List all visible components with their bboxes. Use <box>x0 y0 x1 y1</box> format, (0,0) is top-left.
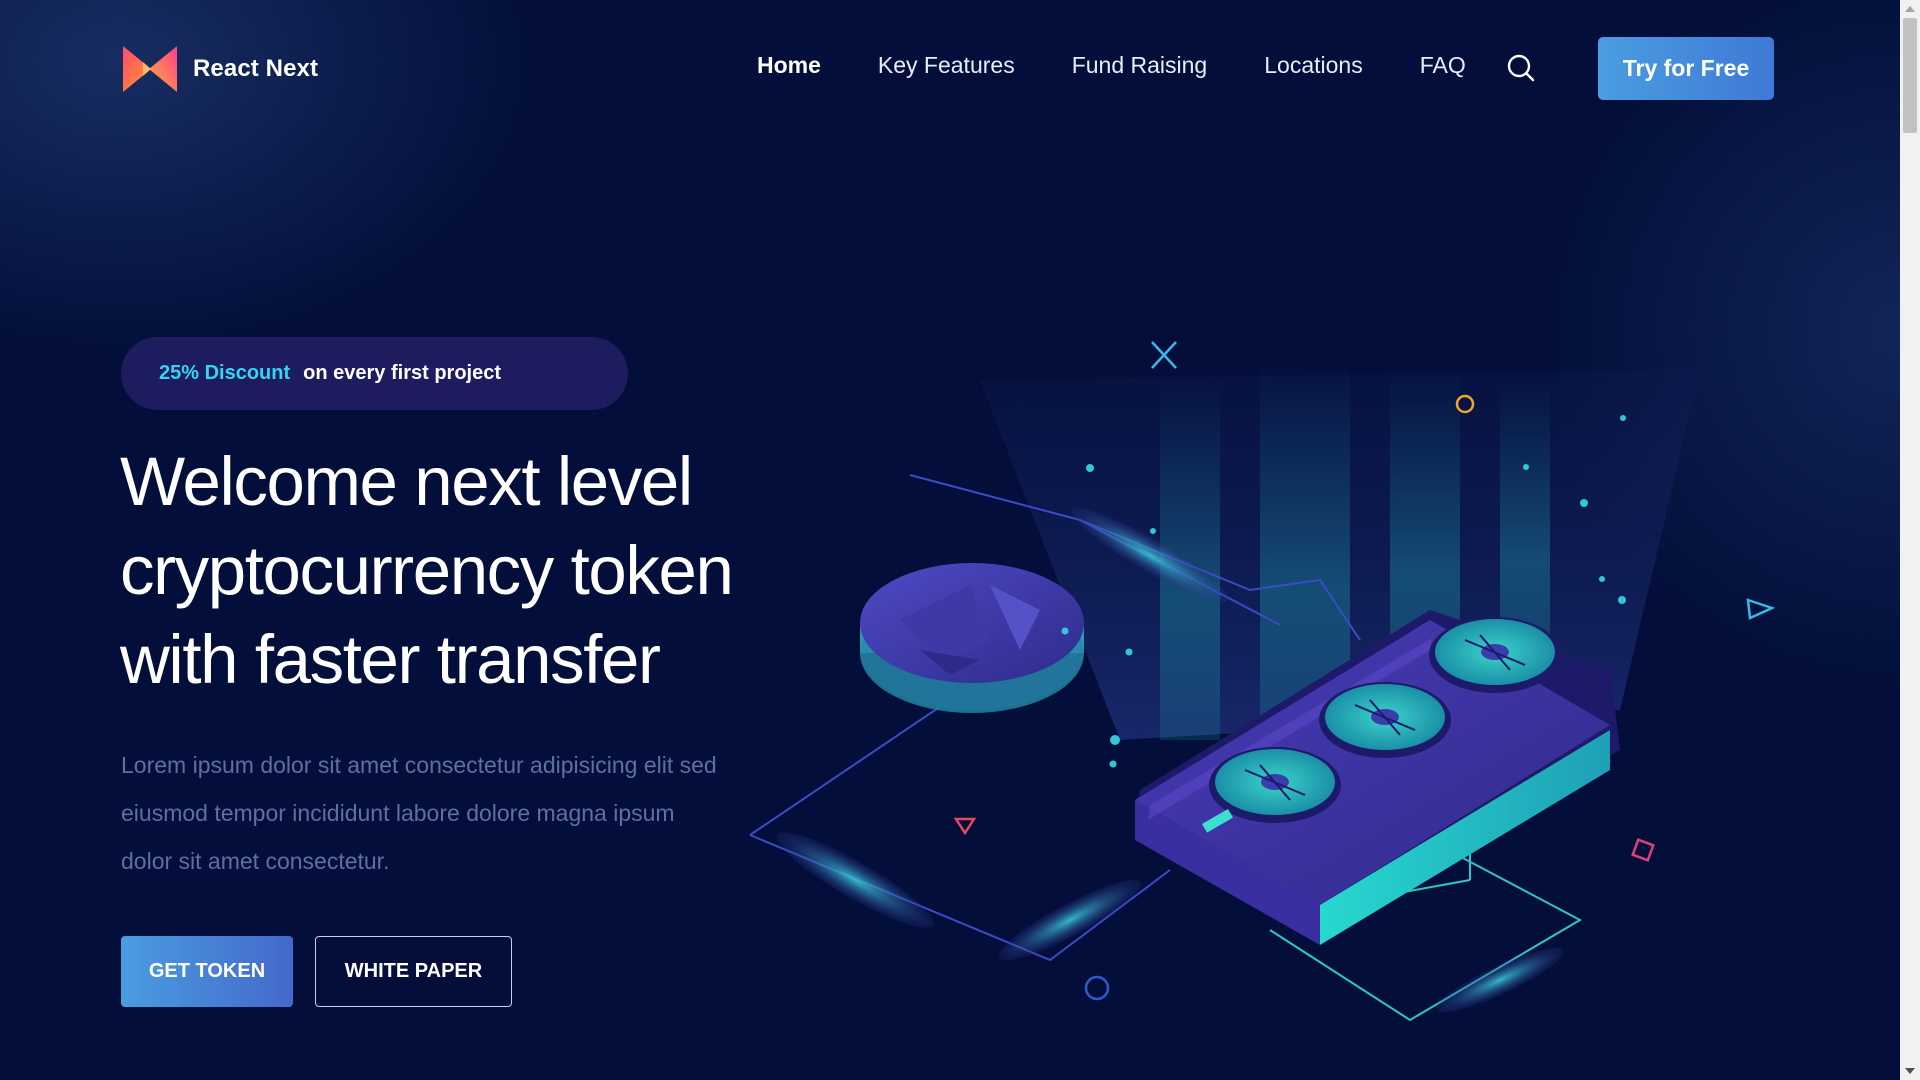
main-nav: Home Key Features Fund Raising Locations… <box>757 52 1523 79</box>
nav-item-faq[interactable]: FAQ <box>1420 52 1466 79</box>
scrollbar-thumb[interactable] <box>1903 18 1917 133</box>
logo[interactable]: React Next <box>121 44 318 94</box>
scroll-down-icon[interactable] <box>1905 1068 1915 1074</box>
hero-description-line: eiusmod tempor incididunt labore dolore … <box>121 800 675 826</box>
vertical-scrollbar[interactable] <box>1900 0 1920 1080</box>
nav-item-locations[interactable]: Locations <box>1264 52 1362 79</box>
hero-title-line: Welcome next level <box>120 443 693 520</box>
scroll-up-icon[interactable] <box>1905 6 1915 12</box>
white-paper-button[interactable]: WHITE PAPER <box>315 936 512 1007</box>
discount-highlight: 25% Discount <box>159 362 291 384</box>
discount-badge: 25% Discount on every first project <box>121 337 628 410</box>
crypto-mining-illustration <box>749 341 1776 1022</box>
hero-title-line: cryptocurrency token <box>120 532 734 609</box>
coin <box>860 563 1084 713</box>
nav-item-key-features[interactable]: Key Features <box>878 52 1015 79</box>
logo-text: React Next <box>193 55 319 82</box>
search-button[interactable] <box>1506 53 1536 83</box>
hero-description-line: Lorem ipsum dolor sit amet consectetur a… <box>121 752 717 778</box>
nav-item-home[interactable]: Home <box>757 52 821 79</box>
landing-page: React Next Home Key Features Fund Raisin… <box>0 0 1900 1080</box>
hero-title-line: with faster transfer <box>120 621 661 698</box>
discount-text: on every first project <box>303 362 501 384</box>
try-for-free-button[interactable]: Try for Free <box>1598 37 1774 100</box>
hero-description-line: dolor sit amet consectetur. <box>121 848 390 874</box>
search-icon <box>1507 54 1535 82</box>
hero-title: Welcome next level cryptocurrency token … <box>120 437 820 704</box>
logo-icon <box>123 46 177 92</box>
get-token-button[interactable]: GET TOKEN <box>121 936 293 1007</box>
nav-item-fund-raising[interactable]: Fund Raising <box>1072 52 1208 79</box>
hero-description: Lorem ipsum dolor sit amet consectetur a… <box>121 741 771 885</box>
